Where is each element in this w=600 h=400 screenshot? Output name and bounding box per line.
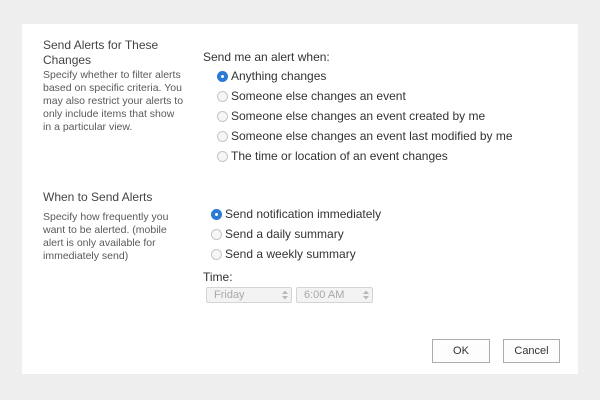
radio-label: The time or location of an event changes <box>231 149 448 163</box>
alerts-section-title: Send Alerts for These Changes <box>43 38 159 67</box>
radio-label: Anything changes <box>231 69 327 83</box>
radio-indicator <box>211 208 222 220</box>
when-section-description: Specify how frequently you want to be al… <box>43 211 169 262</box>
radio-changes-created-by-me[interactable]: Someone else changes an event created by… <box>217 109 485 123</box>
day-select-value: Friday <box>214 289 245 301</box>
alerts-section-description: Specify whether to filter alerts based o… <box>43 69 184 133</box>
radio-label: Someone else changes an event created by… <box>231 109 486 123</box>
when-section-title: When to Send Alerts <box>43 190 153 204</box>
radio-weekly-summary[interactable]: Send a weekly summary <box>211 247 356 261</box>
radio-time-location-changes[interactable]: The time or location of an event changes <box>217 149 448 163</box>
radio-indicator <box>211 248 222 260</box>
radio-label: Someone else changes an event last modif… <box>231 129 513 143</box>
day-select[interactable]: Friday <box>206 287 292 303</box>
time-select-value: 6:00 AM <box>304 289 345 301</box>
select-arrows-icon <box>363 290 369 300</box>
radio-indicator <box>217 150 228 162</box>
radio-label: Send notification immediately <box>225 207 382 221</box>
cancel-button[interactable]: Cancel <box>503 339 560 363</box>
time-select[interactable]: 6:00 AM <box>296 287 373 303</box>
radio-label: Send a daily summary <box>225 227 344 241</box>
radio-someone-else-changes[interactable]: Someone else changes an event <box>217 89 406 103</box>
radio-anything-changes[interactable]: Anything changes <box>217 69 326 83</box>
radio-indicator <box>211 228 222 240</box>
radio-label: Send a weekly summary <box>225 247 356 261</box>
radio-label: Someone else changes an event <box>231 89 406 103</box>
radio-send-immediately[interactable]: Send notification immediately <box>211 207 381 221</box>
radio-daily-summary[interactable]: Send a daily summary <box>211 227 344 241</box>
radio-indicator <box>217 110 228 122</box>
radio-indicator <box>217 70 228 82</box>
alert-when-label: Send me an alert when: <box>203 50 330 64</box>
radio-changes-modified-by-me[interactable]: Someone else changes an event last modif… <box>217 129 513 143</box>
select-arrows-icon <box>282 290 288 300</box>
ok-button[interactable]: OK <box>432 339 490 363</box>
radio-indicator <box>217 90 228 102</box>
radio-indicator <box>217 130 228 142</box>
alert-settings-panel: Send Alerts for These Changes Specify wh… <box>22 24 578 374</box>
time-label: Time: <box>203 270 233 284</box>
